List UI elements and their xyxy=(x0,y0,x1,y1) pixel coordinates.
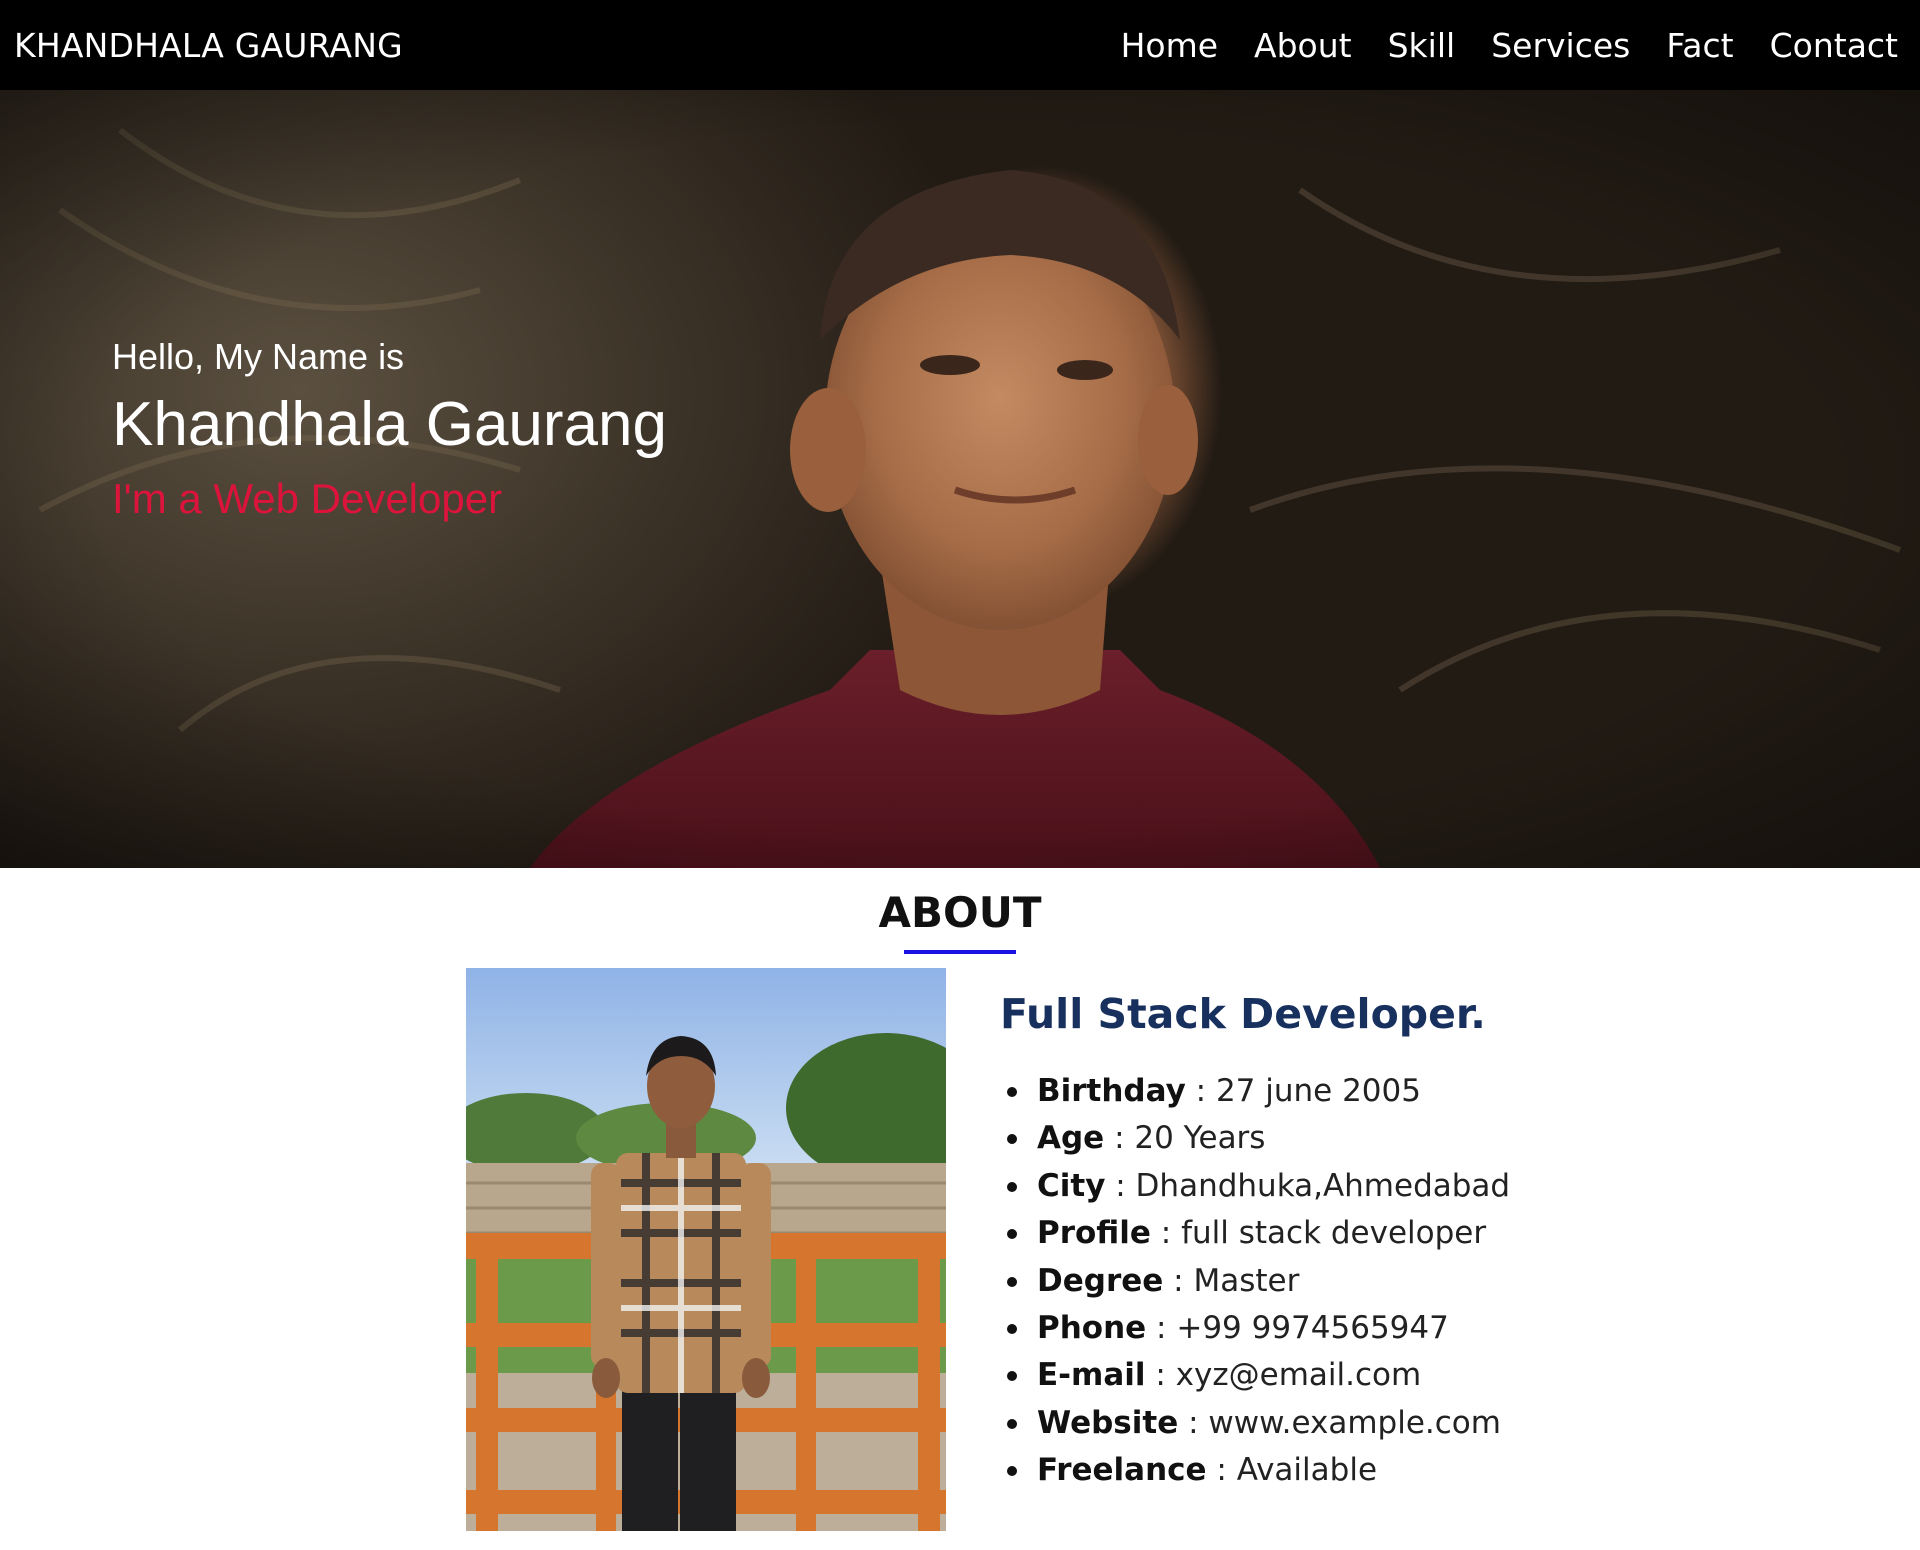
detail-label: Profile xyxy=(1037,1215,1151,1252)
about-info: Full Stack Developer. Birthday : 27 june… xyxy=(1000,990,1600,1495)
detail-label: City xyxy=(1037,1167,1106,1204)
hero-role: I'm a Web Developer xyxy=(112,475,503,523)
nav-link-home[interactable]: Home xyxy=(1121,26,1218,65)
detail-value: : 20 Years xyxy=(1104,1120,1266,1157)
nav-link-contact[interactable]: Contact xyxy=(1770,26,1898,65)
about-photo xyxy=(466,968,946,1531)
detail-label: E-mail xyxy=(1037,1357,1146,1394)
detail-website: Website : www.example.com xyxy=(1000,1400,1600,1447)
detail-label: Degree xyxy=(1037,1262,1164,1299)
detail-profile: Profile : full stack developer xyxy=(1000,1210,1600,1257)
about-heading: Full Stack Developer. xyxy=(1000,990,1486,1038)
detail-value: : www.example.com xyxy=(1178,1404,1501,1441)
detail-label: Freelance xyxy=(1037,1452,1207,1489)
detail-city: City : Dhandhuka,Ahmedabad xyxy=(1000,1163,1600,1210)
site-brand[interactable]: KHANDHALA GAURANG xyxy=(14,26,403,65)
nav-link-about[interactable]: About xyxy=(1254,26,1352,65)
detail-value: : full stack developer xyxy=(1150,1215,1487,1252)
hero-text: Hello, My Name is Khandhala Gaurang I'm … xyxy=(112,336,667,523)
about-title: ABOUT xyxy=(878,888,1042,937)
nav-link-services[interactable]: Services xyxy=(1491,26,1630,65)
detail-label: Phone xyxy=(1037,1309,1147,1346)
detail-label: Birthday xyxy=(1037,1073,1186,1109)
detail-value: : xyz@email.com xyxy=(1145,1357,1422,1394)
nav-link-skill[interactable]: Skill xyxy=(1388,26,1456,65)
detail-value: : Available xyxy=(1206,1452,1378,1489)
detail-value: : 27 june 2005 xyxy=(1185,1073,1421,1109)
hero-name: Khandhala Gaurang xyxy=(112,390,668,459)
detail-age: Age : 20 Years xyxy=(1000,1115,1600,1162)
detail-label: Website xyxy=(1037,1404,1179,1441)
detail-freelance: Freelance : Available xyxy=(1000,1447,1600,1494)
detail-value: : Master xyxy=(1163,1262,1300,1299)
hero-section: Hello, My Name is Khandhala Gaurang I'm … xyxy=(0,90,1920,868)
nav-link-fact[interactable]: Fact xyxy=(1666,26,1733,65)
hero-greeting: Hello, My Name is xyxy=(112,336,405,377)
navbar: KHANDHALA GAURANG Home About Skill Servi… xyxy=(0,0,1920,90)
about-title-underline xyxy=(904,950,1016,954)
detail-label: Age xyxy=(1037,1120,1105,1157)
detail-value: : +99 9974565947 xyxy=(1146,1309,1449,1346)
detail-email: E-mail : xyz@email.com xyxy=(1000,1352,1600,1399)
about-details-list: Birthday : 27 june 2005 Age : 20 Years C… xyxy=(1000,1068,1600,1495)
detail-phone: Phone : +99 9974565947 xyxy=(1000,1305,1600,1352)
nav-links: Home About Skill Services Fact Contact xyxy=(1121,26,1906,65)
detail-degree: Degree : Master xyxy=(1000,1258,1600,1305)
detail-value: : Dhandhuka,Ahmedabad xyxy=(1105,1167,1511,1204)
detail-birthday: Birthday : 27 june 2005 xyxy=(1000,1068,1600,1115)
